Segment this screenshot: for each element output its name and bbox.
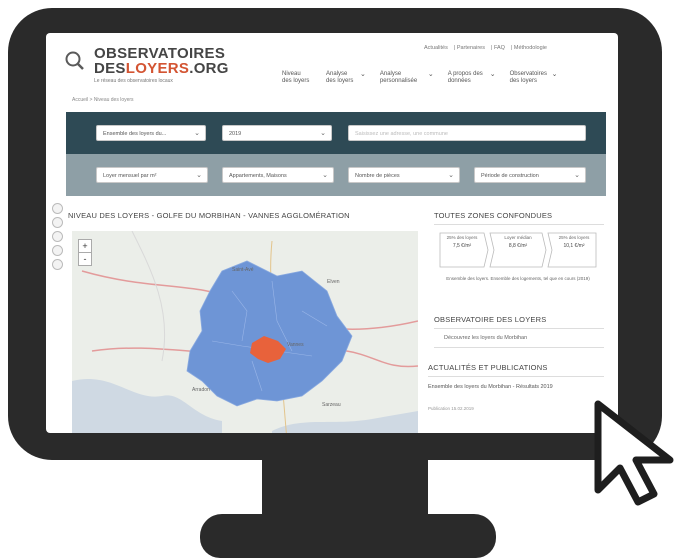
monitor-stand-base <box>200 514 496 558</box>
stat-value: 7,5 €/m² <box>452 243 472 249</box>
cursor-arrow-icon <box>594 400 674 506</box>
nav-label: Niveau des loyers <box>282 71 310 84</box>
map-label: Arradon <box>192 387 210 393</box>
indicator-select[interactable]: Loyer mensuel par m² ⌄ <box>96 167 208 183</box>
logo-org: .ORG <box>189 60 229 77</box>
breadcrumb[interactable]: Accueil > Niveau des loyers <box>72 97 134 103</box>
select-value: 2019 <box>229 131 242 137</box>
monitor-screen: OBSERVATOIRES DESLOYERS.ORG Le réseau de… <box>46 33 618 433</box>
nav-label: Analyse des loyers <box>326 71 354 84</box>
chevron-down-icon: ⌄ <box>489 71 496 78</box>
map-label: Sarzeau <box>322 402 341 408</box>
nav-label: Observatoires des loyers <box>509 71 547 84</box>
filter-bar-secondary: Loyer mensuel par m² ⌄ Appartements, Mai… <box>66 154 606 196</box>
chevron-down-icon: ⌄ <box>196 172 202 179</box>
zoom-in-button[interactable]: + <box>79 240 91 253</box>
nav-item-observatoires[interactable]: Observatoires des loyers ⌄ <box>510 71 558 85</box>
stat-value: 8,8 €/m² <box>508 243 528 249</box>
year-select[interactable]: 2019 ⌄ <box>222 125 332 141</box>
nav-label: A propos des données <box>447 71 483 84</box>
divider <box>434 328 604 329</box>
nav-item-niveau[interactable]: Niveau des loyers <box>282 71 312 85</box>
stat-low: 25% des loyers 7,5 €/m² <box>442 235 482 249</box>
share-icon[interactable] <box>52 231 63 242</box>
rooms-select[interactable]: Nombre de pièces ⌄ <box>348 167 460 183</box>
chevron-down-icon: ⌄ <box>551 71 558 78</box>
map-canvas[interactable]: Saint-Avé Elven Vannes Sarzeau Arradon <box>72 231 418 433</box>
nav-item-analyse[interactable]: Analyse des loyers ⌄ <box>326 71 366 85</box>
select-value: Loyer mensuel par m² <box>103 173 157 179</box>
news-item-date: Publication 15.02.2019 <box>428 406 474 411</box>
chevron-down-icon: ⌄ <box>448 172 454 179</box>
chevron-down-icon: ⌄ <box>194 130 200 137</box>
divider <box>434 347 604 348</box>
news-title: ACTUALITÉS ET PUBLICATIONS <box>428 363 548 372</box>
stats-note: Ensemble des loyers. Ensemble des logeme… <box>446 276 590 281</box>
map-zoom-control: + - <box>78 239 92 266</box>
logo-tagline: Le réseau des observatoires locaux <box>94 78 173 84</box>
stat-label: Loyer médian <box>504 235 532 240</box>
dataset-select[interactable]: Ensemble des loyers du... ⌄ <box>96 125 206 141</box>
nav-item-analyse-perso[interactable]: Analyse personnalisée ⌄ <box>380 71 434 85</box>
nav-item-apropos[interactable]: A propos des données ⌄ <box>448 71 496 85</box>
toplink-faq[interactable]: FAQ <box>494 45 505 51</box>
share-buttons <box>52 203 63 273</box>
rent-stats-box: 25% des loyers 7,5 €/m² Loyer médian 8,8… <box>438 229 598 271</box>
zoom-out-button[interactable]: - <box>79 253 91 265</box>
stat-label: 25% des loyers <box>446 235 478 240</box>
select-value: Appartements, Maisons <box>229 173 287 179</box>
toplink-partenaires[interactable]: Partenaires <box>457 45 485 51</box>
illustration: OBSERVATOIRES DESLOYERS.ORG Le réseau de… <box>0 0 700 560</box>
news-item-link[interactable]: Ensemble des loyers du Morbihan - Résult… <box>428 384 604 391</box>
stat-value: 10,1 €/m² <box>563 243 585 249</box>
site-header: OBSERVATOIRES DESLOYERS.ORG Le réseau de… <box>46 33 618 95</box>
share-icon[interactable] <box>52 259 63 270</box>
search-icon <box>65 51 84 70</box>
stats-section-title: TOUTES ZONES CONFONDUES <box>434 211 553 220</box>
map-label: Saint-Avé <box>232 267 254 273</box>
stat-median: Loyer médian 8,8 €/m² <box>498 235 538 249</box>
rent-map[interactable]: Saint-Avé Elven Vannes Sarzeau Arradon +… <box>72 231 418 433</box>
toplink-methodologie[interactable]: Méthodologie <box>514 45 547 51</box>
select-value: Ensemble des loyers du... <box>103 131 167 137</box>
main-nav: Niveau des loyers Analyse des loyers ⌄ A… <box>282 71 572 85</box>
filter-bar-primary: Ensemble des loyers du... ⌄ 2019 ⌄ Saisi… <box>66 112 606 154</box>
housing-type-select[interactable]: Appartements, Maisons ⌄ <box>222 167 334 183</box>
nav-label: Analyse personnalisée <box>379 71 418 84</box>
select-value: Période de construction <box>481 173 539 179</box>
stat-label: 25% des loyers <box>558 235 590 240</box>
search-placeholder: Saisissez une adresse, une commune <box>355 131 448 137</box>
chevron-down-icon: ⌄ <box>360 71 366 78</box>
share-icon[interactable] <box>52 217 63 228</box>
select-value: Nombre de pièces <box>355 173 400 179</box>
observatory-title: OBSERVATOIRE DES LOYERS <box>434 315 547 324</box>
stat-high: 25% des loyers 10,1 €/m² <box>554 235 594 249</box>
address-search-input[interactable]: Saisissez une adresse, une commune <box>348 125 586 141</box>
logo-line2[interactable]: DESLOYERS.ORG <box>94 60 229 77</box>
logo-loyers: LOYERS <box>125 60 190 77</box>
chevron-down-icon: ⌄ <box>574 172 580 179</box>
map-section-title: NIVEAU DES LOYERS - GOLFE DU MORBIHAN - … <box>68 211 350 220</box>
chevron-down-icon: ⌄ <box>427 71 434 78</box>
map-label: Vannes <box>287 342 304 348</box>
divider <box>434 224 604 225</box>
top-links: Actualités | Partenaires | FAQ | Méthodolog… <box>424 45 547 51</box>
share-icon[interactable] <box>52 203 63 214</box>
logo-des: DES <box>94 60 126 77</box>
toplink-actualites[interactable]: Actualités <box>424 45 448 51</box>
chevron-down-icon: ⌄ <box>322 172 328 179</box>
monitor-stand-neck <box>262 456 428 522</box>
observatory-link[interactable]: Découvrez les loyers du Morbihan <box>444 335 527 341</box>
chevron-down-icon: ⌄ <box>320 130 326 137</box>
divider <box>428 376 604 377</box>
map-label: Elven <box>327 279 340 285</box>
construction-period-select[interactable]: Période de construction ⌄ <box>474 167 586 183</box>
share-icon[interactable] <box>52 245 63 256</box>
